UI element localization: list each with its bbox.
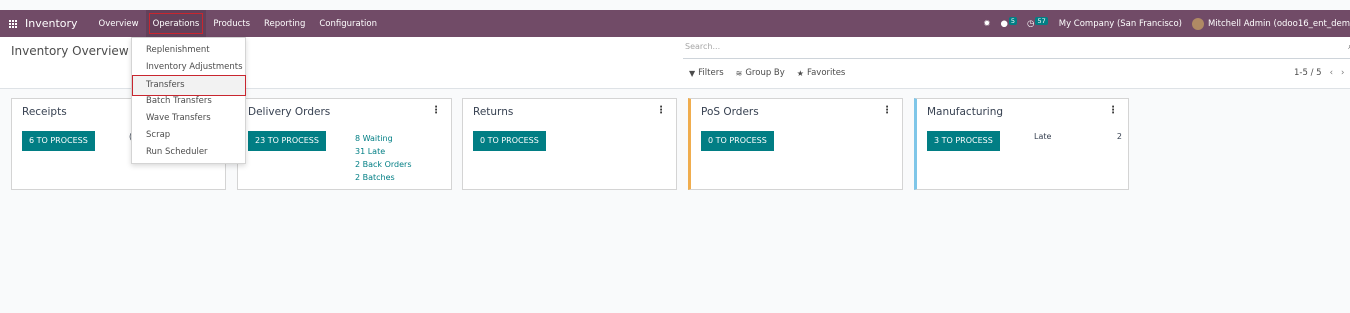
stat-late[interactable]: 31 Late [355,145,412,158]
card-title[interactable]: Receipts [22,106,67,118]
favorites-button[interactable]: ★ Favorites [797,68,846,78]
activities-badge: 57 [1035,16,1048,25]
apps-grid-icon[interactable] [9,19,19,29]
filters-label: Filters [698,68,724,78]
menu-products[interactable]: Products [206,10,257,37]
process-button[interactable]: 6 TO PROCESS [22,131,95,151]
chevron-right-icon[interactable]: › [1341,68,1344,78]
search-placeholder: Search... [685,42,721,51]
company-switcher[interactable]: My Company (San Francisco) [1059,19,1182,29]
menu-overview[interactable]: Overview [92,10,146,37]
late-row[interactable]: Late 2 [1034,132,1122,141]
funnel-icon: ▼ [689,68,696,78]
page-title: Inventory Overview [11,44,129,58]
chevron-left-icon[interactable]: ‹ [1330,68,1333,78]
app-brand[interactable]: Inventory [25,17,78,30]
card-title[interactable]: Returns [473,106,513,118]
layers-icon: ≋ [735,68,743,78]
menu-item-inventory-adjustments[interactable]: Inventory Adjustments [132,59,245,76]
menu-item-run-scheduler[interactable]: Run Scheduler [132,144,245,161]
card-returns: Returns ⋮ 0 TO PROCESS [462,98,677,190]
messages-icon[interactable]: ● 5 [1000,16,1018,29]
menu-operations[interactable]: Operations [145,10,207,37]
user-menu[interactable]: Mitchell Admin (odoo16_ent_dem [1208,19,1350,29]
kebab-menu-icon[interactable]: ⋮ [431,105,441,116]
process-button[interactable]: 23 TO PROCESS [248,131,326,151]
operations-dropdown: Replenishment Inventory Adjustments Tran… [131,37,246,164]
stat-waiting[interactable]: 8 Waiting [355,132,412,145]
menu-reporting[interactable]: Reporting [257,10,312,37]
menu-item-wave-transfers[interactable]: Wave Transfers [132,110,245,127]
pager: 1-5 / 5 ‹ › [1294,68,1344,78]
stat-batches[interactable]: 2 Batches [355,171,412,184]
messages-badge: 5 [1008,16,1018,25]
activities-icon[interactable]: ◷ 57 [1027,16,1048,29]
card-pos-orders: PoS Orders ⋮ 0 TO PROCESS [688,98,903,190]
card-title[interactable]: Manufacturing [927,106,1003,118]
card-title[interactable]: PoS Orders [701,106,759,118]
chat-icon: ● [1000,18,1008,29]
menu-item-replenishment[interactable]: Replenishment [132,42,245,59]
menu-item-batch-transfers[interactable]: Batch Transfers [132,93,245,110]
top-navbar: Inventory Overview Operations Products R… [0,10,1350,37]
kebab-menu-icon[interactable]: ⋮ [1108,105,1118,116]
stat-back-orders[interactable]: 2 Back Orders [355,158,412,171]
bug-icon[interactable]: ✹ [983,19,990,29]
card-manufacturing: Manufacturing ⋮ 3 TO PROCESS Late 2 [914,98,1129,190]
process-button[interactable]: 0 TO PROCESS [701,131,774,151]
late-value: 2 [1116,132,1122,141]
kebab-menu-icon[interactable]: ⋮ [656,105,666,116]
star-icon: ★ [796,68,804,78]
filters-button[interactable]: ▼ Filters [689,68,724,78]
late-label: Late [1034,132,1052,141]
kebab-menu-icon[interactable]: ⋮ [882,105,892,116]
card-stats: 8 Waiting 31 Late 2 Back Orders 2 Batche… [355,132,412,184]
process-button[interactable]: 3 TO PROCESS [927,131,1000,151]
menu-item-scrap[interactable]: Scrap [132,127,245,144]
main-menu: Overview Operations Products Reporting C… [92,10,384,37]
menu-configuration[interactable]: Configuration [312,10,384,37]
clock-icon: ◷ [1027,18,1035,29]
systray: ✹ ● 5 ◷ 57 My Company (San Francisco) Mi… [978,10,1350,37]
process-button[interactable]: 0 TO PROCESS [473,131,546,151]
groupby-label: Group By [745,68,785,78]
card-delivery-orders: Delivery Orders ⋮ 23 TO PROCESS 8 Waitin… [237,98,452,190]
search-input[interactable]: Search... ⌕ [683,39,1350,59]
groupby-button[interactable]: ≋ Group By [736,68,785,78]
search-options: ▼ Filters ≋ Group By ★ Favorites [689,68,857,78]
user-avatar[interactable] [1191,17,1204,30]
card-title[interactable]: Delivery Orders [248,106,330,118]
favorites-label: Favorites [806,68,846,78]
pager-value[interactable]: 1-5 / 5 [1294,68,1322,78]
